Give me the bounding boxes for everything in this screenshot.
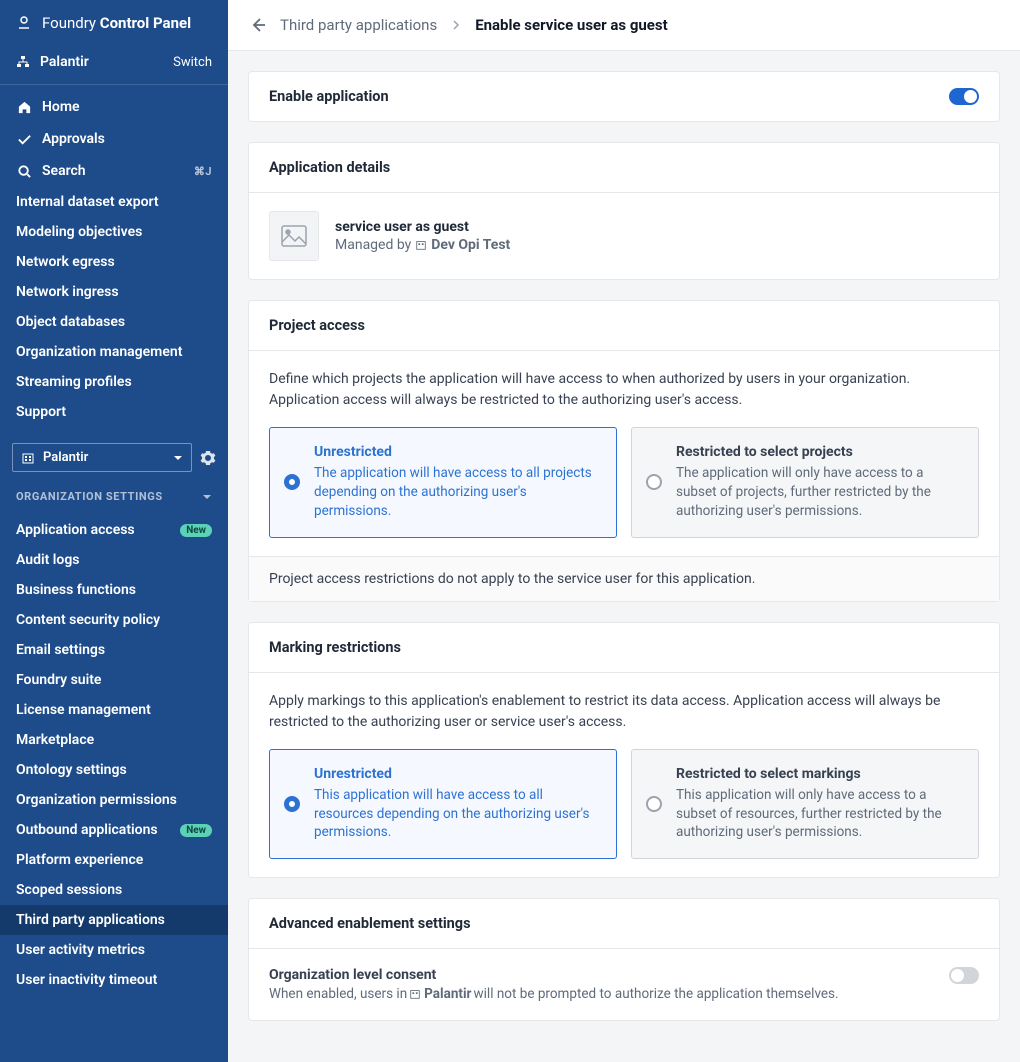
marking-restrictions-title: Marking restrictions (249, 623, 999, 673)
nav-network-egress[interactable]: Network egress (0, 247, 228, 277)
main-content: Third party applications Enable service … (228, 0, 1020, 1062)
nav-ontology-settings[interactable]: Ontology settings (0, 755, 228, 785)
gear-icon[interactable] (200, 450, 216, 466)
nav-foundry-suite[interactable]: Foundry suite (0, 665, 228, 695)
org-selector-label: Palantir (43, 450, 165, 465)
sidebar: Foundry Control Panel Palantir Switch Ho… (0, 0, 228, 1062)
nav-email-settings[interactable]: Email settings (0, 635, 228, 665)
nav-internal-dataset-export[interactable]: Internal dataset export (0, 187, 228, 217)
enable-application-card: Enable application (248, 71, 1000, 122)
radio-icon (284, 796, 300, 812)
application-name: service user as guest (335, 219, 510, 235)
marking-restrictions-card: Marking restrictions Apply markings to t… (248, 622, 1000, 879)
project-access-title: Project access (249, 301, 999, 351)
shortcut-label: ⌘J (194, 165, 212, 178)
nav-object-databases[interactable]: Object databases (0, 307, 228, 337)
home-icon (16, 99, 32, 115)
marking-unrestricted-option[interactable]: Unrestricted This application will have … (269, 749, 617, 860)
org-level-consent-title: Organization level consent (269, 967, 839, 983)
chevron-down-icon (202, 492, 212, 502)
nav-business-functions[interactable]: Business functions (0, 575, 228, 605)
breadcrumb-prev[interactable]: Third party applications (280, 16, 437, 34)
org-building-icon (415, 239, 427, 251)
badge-new: New (180, 524, 212, 537)
nav-user-activity-metrics[interactable]: User activity metrics (0, 935, 228, 965)
org-hierarchy-icon (16, 55, 30, 69)
marking-restricted-option[interactable]: Restricted to select markings This appli… (631, 749, 979, 860)
org-level-consent-desc: When enabled, users in Palantir will not… (269, 986, 839, 1002)
nav-license-management[interactable]: License management (0, 695, 228, 725)
nav-organization-permissions[interactable]: Organization permissions (0, 785, 228, 815)
foundry-logo-icon (16, 15, 32, 31)
nav-scoped-sessions[interactable]: Scoped sessions (0, 875, 228, 905)
project-access-restricted-option[interactable]: Restricted to select projects The applic… (631, 427, 979, 538)
application-details-card: Application details service user as gues… (248, 142, 1000, 280)
nav-top-group: Home Approvals Search ⌘J Internal datase… (0, 85, 228, 433)
nav-label: Search (42, 163, 86, 179)
nav-streaming-profiles[interactable]: Streaming profiles (0, 367, 228, 397)
marking-restrictions-description: Apply markings to this application's ena… (269, 691, 979, 733)
org-building-icon (409, 988, 421, 1000)
brand-thin: Foundry (42, 14, 96, 32)
nav-audit-logs[interactable]: Audit logs (0, 545, 228, 575)
org-name: Palantir (40, 54, 89, 70)
brand-bold: Control Panel (100, 14, 191, 32)
sidebar-brand: Foundry Control Panel (0, 0, 228, 44)
application-details-title: Application details (249, 143, 999, 193)
sidebar-org-row: Palantir Switch (0, 44, 228, 85)
project-access-description: Define which projects the application wi… (269, 369, 979, 411)
search-icon (16, 163, 32, 179)
managing-org: Dev Opi Test (431, 237, 510, 253)
nav-user-inactivity-timeout[interactable]: User inactivity timeout (0, 965, 228, 995)
nav-label: Approvals (42, 131, 105, 147)
advanced-settings-card: Advanced enablement settings Organizatio… (248, 898, 1000, 1021)
radio-icon (284, 474, 300, 490)
enable-application-title: Enable application (269, 88, 389, 105)
org-level-consent-toggle[interactable] (949, 967, 979, 984)
nav-outbound-applications[interactable]: Outbound applicationsNew (0, 815, 228, 845)
section-org-settings[interactable]: ORGANIZATION SETTINGS (0, 480, 228, 509)
nav-organization-management[interactable]: Organization management (0, 337, 228, 367)
badge-new: New (180, 824, 212, 837)
project-access-footer: Project access restrictions do not apply… (249, 556, 999, 601)
check-icon (16, 131, 32, 147)
nav-application-access[interactable]: Application accessNew (0, 515, 228, 545)
managed-by-prefix: Managed by (335, 237, 411, 253)
advanced-settings-title: Advanced enablement settings (249, 899, 999, 949)
enable-application-toggle[interactable] (949, 88, 979, 105)
org-selector[interactable]: Palantir (12, 443, 192, 472)
org-selector-row: Palantir (12, 443, 216, 472)
nav-platform-experience[interactable]: Platform experience (0, 845, 228, 875)
switch-org-link[interactable]: Switch (173, 55, 212, 70)
org-building-icon (21, 451, 35, 465)
radio-icon (646, 474, 662, 490)
nav-support[interactable]: Support (0, 397, 228, 427)
radio-icon (646, 796, 662, 812)
nav-modeling-objectives[interactable]: Modeling objectives (0, 217, 228, 247)
nav-marketplace[interactable]: Marketplace (0, 725, 228, 755)
project-access-unrestricted-option[interactable]: Unrestricted The application will have a… (269, 427, 617, 538)
nav-search[interactable]: Search ⌘J (0, 155, 228, 187)
nav-org-group: Application accessNew Audit logs Busines… (0, 509, 228, 1001)
nav-third-party-applications[interactable]: Third party applications (0, 905, 228, 935)
breadcrumb: Third party applications Enable service … (228, 0, 1020, 51)
nav-content-security-policy[interactable]: Content security policy (0, 605, 228, 635)
project-access-card: Project access Define which projects the… (248, 300, 1000, 602)
application-thumbnail (269, 211, 319, 261)
nav-label: Home (42, 99, 80, 115)
nav-home[interactable]: Home (0, 91, 228, 123)
nav-approvals[interactable]: Approvals (0, 123, 228, 155)
chevron-down-icon (173, 453, 183, 463)
breadcrumb-current: Enable service user as guest (475, 16, 668, 34)
back-arrow-icon[interactable] (250, 17, 266, 33)
nav-network-ingress[interactable]: Network ingress (0, 277, 228, 307)
chevron-right-icon (451, 20, 461, 30)
